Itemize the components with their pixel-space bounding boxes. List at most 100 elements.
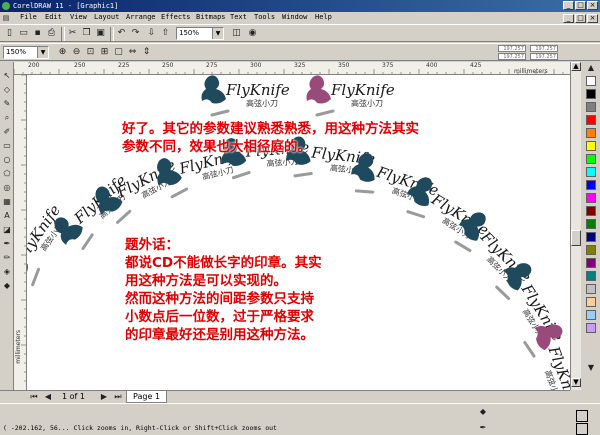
first-page-icon[interactable]: ⏮ xyxy=(28,391,40,403)
zoom-height-icon[interactable]: ⇕ xyxy=(140,46,153,58)
palette-swatch[interactable] xyxy=(586,102,596,112)
fill-indicator-icon[interactable]: ◆ xyxy=(477,406,489,418)
graph-paper-tool-icon[interactable]: ▦ xyxy=(1,196,13,208)
menu-tools[interactable]: Tools xyxy=(254,13,275,21)
menu-bitmaps[interactable]: Bitmaps xyxy=(196,13,226,21)
flyknife-logo[interactable]: FlyKnife高弦小刀 xyxy=(201,75,290,117)
menu-text[interactable]: Text xyxy=(230,13,247,21)
dup-y-field[interactable]: 197.257 xyxy=(530,53,558,60)
palette-swatch[interactable] xyxy=(586,141,596,151)
fill-tool-icon[interactable]: ◈ xyxy=(1,266,13,278)
horizontal-ruler[interactable]: 200 250 225 250 275 300 325 350 375 400 … xyxy=(14,62,570,75)
flyknife-logo[interactable]: FlyKnife高弦小刀 xyxy=(27,198,77,293)
zoom-in-icon[interactable]: ⊕ xyxy=(56,46,69,58)
palette-swatch[interactable] xyxy=(586,76,596,86)
outline-tool-icon[interactable]: ✏ xyxy=(1,252,13,264)
text-tool-icon[interactable]: A xyxy=(1,210,13,222)
document-icon[interactable]: ▤ xyxy=(1,12,11,22)
interactive-fill-tool-icon[interactable]: ◆ xyxy=(1,280,13,292)
save-icon[interactable]: ▪ xyxy=(31,27,44,39)
palette-swatch[interactable] xyxy=(586,154,596,164)
paper-zoom-select[interactable]: 150% ▼ xyxy=(3,46,49,59)
pick-tool-icon[interactable]: ↖ xyxy=(1,70,13,82)
menu-window[interactable]: Window xyxy=(282,13,307,21)
ellipse-tool-icon[interactable]: ○ xyxy=(1,154,13,166)
interactive-blend-tool-icon[interactable]: ◪ xyxy=(1,224,13,236)
palette-swatch[interactable] xyxy=(586,128,596,138)
scroll-thumb[interactable] xyxy=(571,230,581,246)
app-launcher-icon[interactable]: ◫ xyxy=(230,27,243,39)
shape-tool-icon[interactable]: ◇ xyxy=(1,84,13,96)
eyedropper-tool-icon[interactable]: ✒ xyxy=(1,238,13,250)
prev-page-icon[interactable]: ◀ xyxy=(42,391,54,403)
palette-swatch[interactable] xyxy=(586,323,596,333)
nudge-y-field[interactable]: 197.257 xyxy=(498,53,526,60)
vertical-scrollbar[interactable]: ▲ ▼ xyxy=(570,62,581,390)
palette-swatch[interactable] xyxy=(586,219,596,229)
knife-tool-icon[interactable]: ✎ xyxy=(1,98,13,110)
palette-swatch[interactable] xyxy=(586,297,596,307)
menu-arrange[interactable]: Arrange xyxy=(126,13,156,21)
next-page-icon[interactable]: ▶ xyxy=(98,391,110,403)
fill-color-swatch[interactable] xyxy=(576,410,588,422)
page-tab[interactable]: Page 1 xyxy=(126,391,167,403)
nudge-x-field[interactable]: 197.257 xyxy=(498,45,526,52)
palette-swatch[interactable] xyxy=(586,232,596,242)
scroll-down-icon[interactable]: ▼ xyxy=(571,378,581,387)
doc-close-button[interactable]: × xyxy=(587,14,598,23)
menu-edit[interactable]: Edit xyxy=(45,13,62,21)
zoom-selected-icon[interactable]: ⊡ xyxy=(84,46,97,58)
polygon-tool-icon[interactable]: ⬠ xyxy=(1,168,13,180)
zoom-level-select[interactable]: 150% ▼ xyxy=(176,27,224,40)
new-file-icon[interactable]: ▯ xyxy=(3,27,16,39)
copy-icon[interactable]: ❐ xyxy=(80,27,93,39)
open-file-icon[interactable]: ▭ xyxy=(17,27,30,39)
menu-help[interactable]: Help xyxy=(315,13,332,21)
menu-layout[interactable]: Layout xyxy=(94,13,119,21)
print-icon[interactable]: ⎙ xyxy=(45,27,58,39)
palette-scroll-up-icon[interactable]: ▲ xyxy=(585,62,597,74)
paste-icon[interactable]: ▣ xyxy=(94,27,107,39)
palette-swatch[interactable] xyxy=(586,245,596,255)
flyknife-logo[interactable]: FlyKnife高弦小刀 xyxy=(306,75,395,117)
zoom-width-icon[interactable]: ⇔ xyxy=(126,46,139,58)
palette-swatch[interactable] xyxy=(586,310,596,320)
outline-color-swatch[interactable] xyxy=(576,423,588,435)
undo-icon[interactable]: ↶ xyxy=(115,27,128,39)
spiral-tool-icon[interactable]: ◎ xyxy=(1,182,13,194)
menu-effects[interactable]: Effects xyxy=(161,13,191,21)
cut-icon[interactable]: ✂ xyxy=(66,27,79,39)
drawing-canvas[interactable]: FlyKnife 高弦小刀 FlyKnife 高弦小刀 FlyKnife 高弦小刀 FlyK… xyxy=(27,75,570,390)
palette-swatch[interactable] xyxy=(586,206,596,216)
export-icon[interactable]: ⇧ xyxy=(159,27,172,39)
palette-swatch[interactable] xyxy=(586,89,596,99)
redo-icon[interactable]: ↷ xyxy=(129,27,142,39)
palette-scroll-down-icon[interactable]: ▼ xyxy=(585,362,597,374)
zoom-tool-icon[interactable]: ⌕ xyxy=(1,112,13,124)
outline-indicator-icon[interactable]: ✒ xyxy=(477,422,489,434)
close-button[interactable]: × xyxy=(587,1,598,10)
palette-swatch[interactable] xyxy=(586,180,596,190)
zoom-page-icon[interactable]: ▢ xyxy=(112,46,125,58)
zoom-all-icon[interactable]: ⊞ xyxy=(98,46,111,58)
corel-online-icon[interactable]: ◉ xyxy=(246,27,259,39)
doc-minimize-button[interactable]: _ xyxy=(563,14,574,23)
doc-restore-button[interactable]: □ xyxy=(575,14,586,23)
zoom-out-icon[interactable]: ⊖ xyxy=(70,46,83,58)
menu-view[interactable]: View xyxy=(70,13,87,21)
palette-swatch[interactable] xyxy=(586,193,596,203)
import-icon[interactable]: ⇩ xyxy=(145,27,158,39)
minimize-button[interactable]: _ xyxy=(563,1,574,10)
scroll-up-icon[interactable]: ▲ xyxy=(571,62,581,71)
palette-swatch[interactable] xyxy=(586,167,596,177)
vertical-ruler[interactable]: millimeters xyxy=(14,75,27,390)
palette-swatch[interactable] xyxy=(586,115,596,125)
last-page-icon[interactable]: ⏭ xyxy=(112,391,124,403)
maximize-button[interactable]: □ xyxy=(575,1,586,10)
rectangle-tool-icon[interactable]: ▭ xyxy=(1,140,13,152)
palette-swatch[interactable] xyxy=(586,258,596,268)
menu-file[interactable]: File xyxy=(20,13,37,21)
palette-swatch[interactable] xyxy=(586,284,596,294)
dup-x-field[interactable]: 197.257 xyxy=(530,45,558,52)
palette-swatch[interactable] xyxy=(586,271,596,281)
